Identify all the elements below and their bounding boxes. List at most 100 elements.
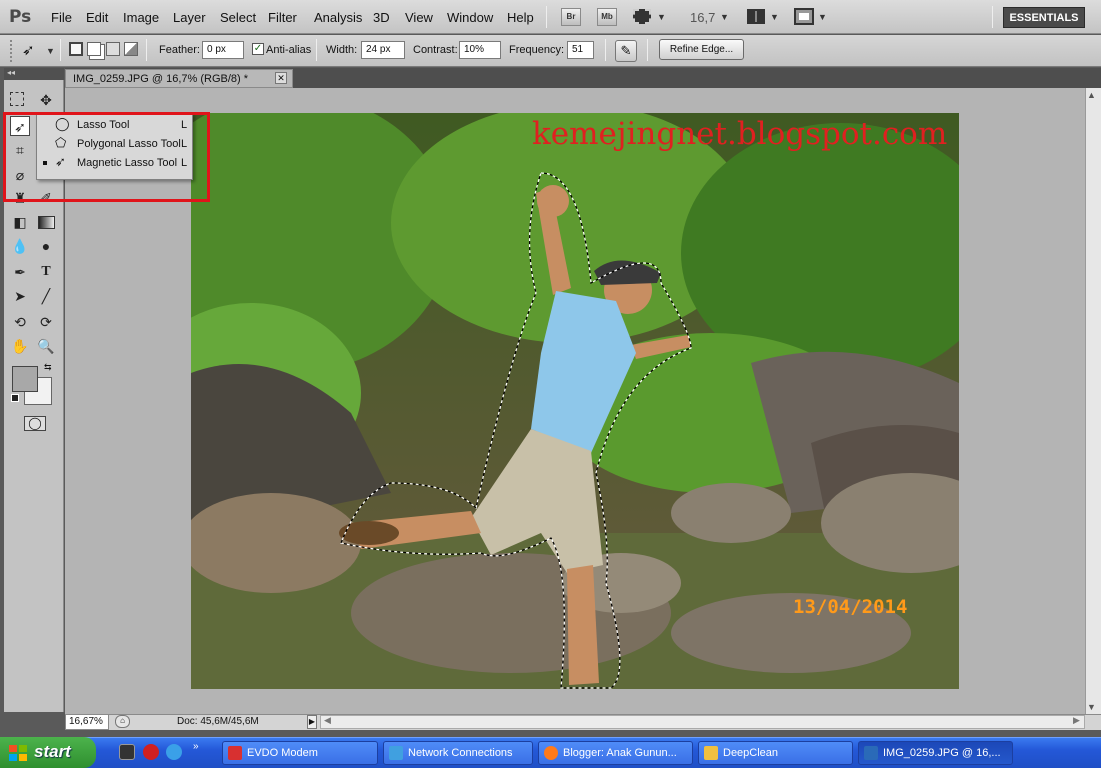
line-tool-icon[interactable]: ╱ [36, 286, 56, 306]
dodge-tool-icon[interactable]: ● [36, 236, 56, 256]
bridge-button[interactable]: Br [561, 8, 581, 26]
menu-separator [992, 6, 993, 28]
width-input[interactable]: 24 px [361, 41, 405, 59]
status-menu-arrow-icon[interactable]: ▶ [307, 715, 317, 729]
menu-help[interactable]: Help [507, 10, 534, 25]
taskbar-item-photoshop[interactable]: IMG_0259.JPG @ 16,... [858, 741, 1013, 765]
status-doc-info: Doc: 45,6M/45,6M [177, 716, 259, 727]
menu-separator [546, 6, 547, 28]
options-separator [605, 39, 606, 61]
quick-launch-camera-icon[interactable] [119, 744, 135, 760]
menu-image[interactable]: Image [123, 10, 159, 25]
menu-file[interactable]: File [51, 10, 72, 25]
scroll-down-icon[interactable]: ▼ [1087, 702, 1096, 712]
menu-view[interactable]: View [405, 10, 433, 25]
taskbar-item-network-connections[interactable]: Network Connections [383, 741, 533, 765]
chevron-down-icon[interactable]: ▼ [818, 12, 827, 22]
quick-launch-ie-icon[interactable] [166, 744, 182, 760]
rectangular-marquee-tool-icon[interactable] [10, 92, 24, 106]
zoom-level[interactable]: 16,7 [690, 10, 715, 25]
scroll-up-icon[interactable]: ▲ [1087, 90, 1096, 100]
taskbar-item-label: Network Connections [408, 747, 513, 759]
options-grip [10, 40, 20, 62]
mini-bridge-button[interactable]: Mb [597, 8, 617, 26]
zoom-tool-icon[interactable]: 🔍 [36, 336, 56, 356]
network-connections-icon [389, 746, 403, 760]
anti-alias-checkbox[interactable]: ✓ [252, 43, 264, 55]
new-selection-icon[interactable] [69, 42, 83, 56]
blur-tool-icon[interactable]: 💧 [10, 236, 30, 256]
chevron-down-icon[interactable]: ▼ [46, 46, 55, 56]
arrange-documents-icon[interactable] [747, 9, 765, 24]
chevron-down-icon[interactable]: ▼ [770, 12, 779, 22]
scroll-left-icon[interactable]: ◀ [324, 715, 331, 726]
menu-window[interactable]: Window [447, 10, 493, 25]
profile-info-icon[interactable]: ⌂ [115, 715, 130, 728]
menu-select[interactable]: Select [220, 10, 256, 25]
options-separator [60, 39, 61, 61]
taskbar-item-label: EVDO Modem [247, 747, 318, 759]
eraser-icon[interactable]: ◧ [10, 212, 30, 232]
menu-layer[interactable]: Layer [173, 10, 206, 25]
taskbar-item-deepclean[interactable]: DeepClean [698, 741, 853, 765]
date-stamp: 13/04/2014 [793, 596, 908, 618]
frequency-input[interactable]: 51 [567, 41, 594, 59]
close-icon[interactable]: ✕ [275, 72, 287, 84]
refine-edge-button[interactable]: Refine Edge... [659, 39, 744, 60]
status-zoom-field[interactable]: 16,67% [65, 714, 109, 730]
tools-panel-collapse-icon[interactable]: ◂◂ [4, 68, 64, 80]
taskbar-item-label: Blogger: Anak Gunun... [563, 747, 677, 759]
subtract-from-selection-icon[interactable] [106, 42, 120, 56]
screen-mode-icon[interactable] [794, 8, 814, 25]
menu-filter[interactable]: Filter [268, 10, 297, 25]
foreground-color-swatch[interactable] [12, 366, 38, 392]
gradient-tool-icon[interactable] [38, 216, 55, 229]
3d-rotate-icon[interactable]: ⟲ [10, 312, 30, 332]
contrast-input[interactable]: 10% [459, 41, 501, 59]
type-tool-icon[interactable]: T [36, 262, 56, 282]
menu-edit[interactable]: Edit [86, 10, 108, 25]
photoshop-logo: Ps [9, 7, 32, 27]
scroll-right-icon[interactable]: ▶ [1073, 715, 1080, 726]
menu-analysis[interactable]: Analysis [314, 10, 362, 25]
taskbar-item-blogger[interactable]: Blogger: Anak Gunun... [538, 741, 693, 765]
width-label: Width: [326, 44, 358, 56]
3d-orbit-icon[interactable]: ⟳ [36, 312, 56, 332]
add-to-selection-icon[interactable] [87, 42, 101, 56]
path-selection-icon[interactable]: ➤ [10, 286, 30, 306]
watermark-text: kemejingnet.blogspot.com [532, 116, 948, 152]
options-separator [647, 39, 648, 61]
quick-launch-opera-icon[interactable] [143, 744, 159, 760]
tablet-pressure-icon[interactable]: ✎ [615, 40, 637, 62]
feather-label: Feather: [159, 44, 200, 56]
taskbar-item-evdo-modem[interactable]: EVDO Modem [222, 741, 378, 765]
anti-alias-label: Anti-alias [266, 44, 312, 56]
horizontal-scrollbar[interactable] [320, 715, 1085, 729]
swap-colors-icon[interactable]: ⇆ [44, 362, 52, 373]
evdo-modem-icon [228, 746, 242, 760]
menu-3d[interactable]: 3D [373, 10, 390, 25]
document-tab[interactable]: IMG_0259.JPG @ 16,7% (RGB/8) * [65, 69, 293, 88]
move-tool-icon[interactable]: ✥ [36, 90, 56, 110]
intersect-selection-icon[interactable] [124, 42, 138, 56]
feather-input[interactable]: 0 px [202, 41, 244, 59]
windows-logo-icon [9, 745, 27, 761]
vertical-scrollbar[interactable] [1085, 88, 1101, 714]
quick-launch-expand-icon[interactable]: » [193, 741, 199, 752]
pen-tool-icon[interactable]: ✒ [10, 262, 30, 282]
chevron-down-icon[interactable]: ▼ [720, 12, 729, 22]
photoshop-icon [864, 746, 878, 760]
default-colors-icon[interactable] [11, 394, 19, 402]
frequency-label: Frequency: [509, 44, 565, 56]
highlight-frame [3, 112, 210, 202]
view-extras-icon[interactable] [633, 9, 651, 24]
quick-mask-icon[interactable]: ◯ [24, 416, 46, 431]
options-separator [316, 39, 317, 61]
menu-bar [0, 0, 1101, 34]
deepclean-icon [704, 746, 718, 760]
workspace-essentials-button[interactable]: ESSENTIALS [1003, 7, 1085, 28]
hand-tool-icon[interactable]: ✋ [10, 336, 30, 356]
magnetic-lasso-icon[interactable]: ➶ [22, 41, 35, 59]
firefox-icon [544, 746, 558, 760]
chevron-down-icon[interactable]: ▼ [657, 12, 666, 22]
